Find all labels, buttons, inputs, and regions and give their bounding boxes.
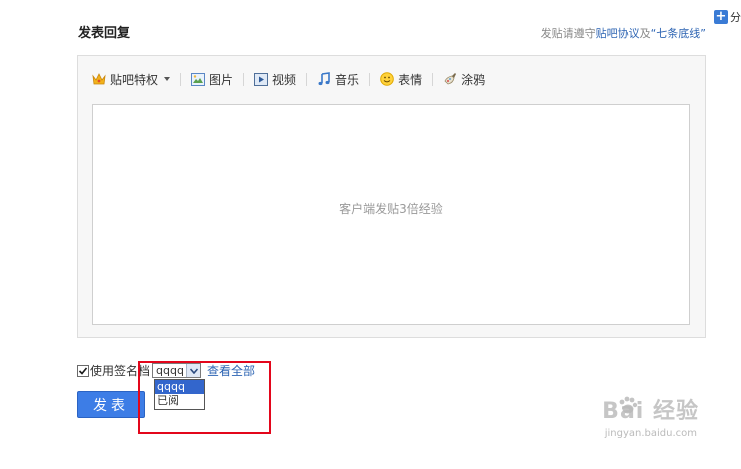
crown-icon xyxy=(92,72,106,86)
emoji-button[interactable]: 表情 xyxy=(380,71,422,88)
smiley-icon xyxy=(380,72,394,86)
graffiti-label: 涂鸦 xyxy=(461,72,486,87)
privilege-button[interactable]: 贴吧特权 xyxy=(92,71,171,88)
video-button[interactable]: 视频 xyxy=(254,71,296,88)
submit-button[interactable]: 发表 xyxy=(77,391,145,418)
chevron-down-icon xyxy=(164,77,171,81)
image-label: 图片 xyxy=(209,72,234,87)
toolbar-divider xyxy=(369,72,371,86)
checkmark-icon xyxy=(78,366,88,375)
share-button[interactable]: + 分 xyxy=(714,9,741,25)
watermark-url: jingyan.baidu.com xyxy=(604,428,697,439)
page-title: 发表回复 xyxy=(78,26,131,41)
posting-notice: 发贴请遵守贴吧协议及“七条底线” xyxy=(541,25,706,41)
music-button[interactable]: 音乐 xyxy=(317,71,359,88)
notice-prefix: 发贴请遵守 xyxy=(540,27,596,40)
editor-placeholder: 客户端发贴3倍经验 xyxy=(339,202,443,216)
toolbar-divider xyxy=(432,72,434,86)
graffiti-button[interactable]: 涂鸦 xyxy=(443,71,485,88)
reply-editor: 贴吧特权 图片 视频 音乐 表情 涂鸦 客户端发贴3倍经验 xyxy=(77,55,706,338)
share-label: 分 xyxy=(730,11,741,24)
video-icon xyxy=(254,72,269,86)
notice-and: 及 xyxy=(639,27,651,40)
reply-textarea[interactable]: 客户端发贴3倍经验 xyxy=(92,104,690,325)
toolbar-divider xyxy=(180,72,182,86)
seven-bottom-lines-link[interactable]: “七条底线” xyxy=(651,27,706,40)
toolbar-divider xyxy=(243,72,245,86)
music-label: 音乐 xyxy=(335,72,360,87)
privilege-label: 贴吧特权 xyxy=(110,72,159,87)
image-button[interactable]: 图片 xyxy=(191,71,233,88)
video-label: 视频 xyxy=(272,72,297,87)
tieba-agreement-link[interactable]: 贴吧协议 xyxy=(596,27,640,40)
emoji-label: 表情 xyxy=(398,72,423,87)
signature-checkbox[interactable] xyxy=(77,364,89,377)
editor-toolbar: 贴吧特权 图片 视频 音乐 表情 涂鸦 xyxy=(92,70,485,88)
paint-brush-icon xyxy=(443,72,457,86)
music-note-icon xyxy=(317,72,331,86)
watermark-text: Bai 经验 xyxy=(602,399,699,424)
toolbar-divider xyxy=(306,72,308,86)
image-icon xyxy=(191,72,206,86)
highlight-box xyxy=(138,361,271,434)
plus-icon: + xyxy=(714,9,728,24)
